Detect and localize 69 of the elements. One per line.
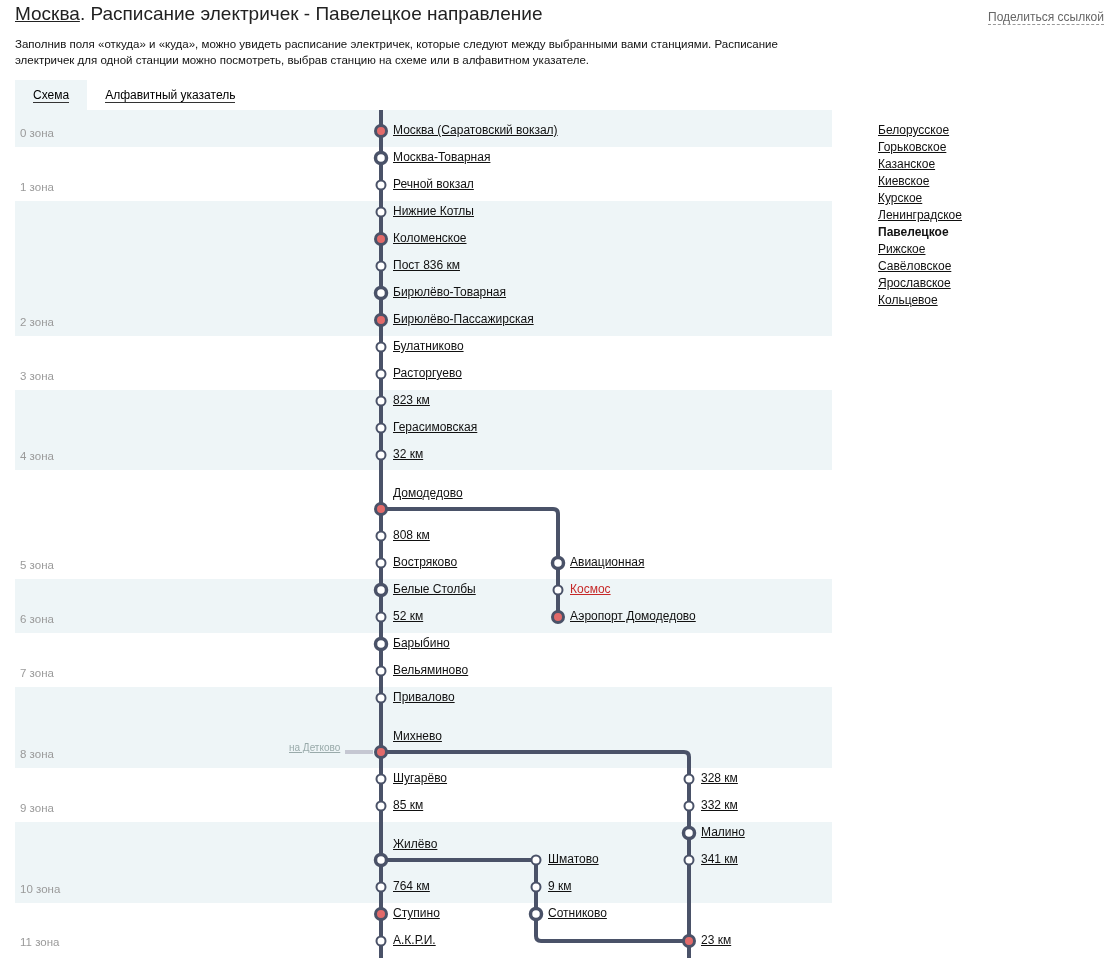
station-link[interactable]: Космос	[570, 582, 611, 596]
station-link[interactable]: Белые Столбы	[393, 582, 476, 596]
direction-link[interactable]: Казанское	[878, 156, 936, 173]
station-link[interactable]: Расторгуево	[393, 366, 462, 380]
station-link[interactable]: 332 км	[701, 798, 738, 812]
zone-label: 6 зона	[20, 613, 54, 625]
direction-link[interactable]: Киевское	[878, 173, 930, 190]
station-link[interactable]: Бирюлёво-Пассажирская	[393, 312, 534, 326]
station-link[interactable]: Речной вокзал	[393, 177, 474, 191]
station-link[interactable]: Герасимовская	[393, 420, 478, 434]
station-link[interactable]: Барыбино	[393, 636, 450, 650]
direction-link[interactable]: Кольцевое	[878, 292, 938, 309]
station-link[interactable]: Москва-Товарная	[393, 150, 491, 164]
station-link[interactable]: 341 км	[701, 852, 738, 866]
station-link[interactable]: Булатниково	[393, 339, 464, 353]
zone-label: 0 зона	[20, 127, 54, 139]
station-link[interactable]: А.К.Р.И.	[393, 933, 436, 947]
tab[interactable]: Схема	[15, 80, 88, 110]
share-link[interactable]: Поделиться ссылкой	[988, 10, 1104, 25]
station-link[interactable]: Авиационная	[570, 555, 645, 569]
tab[interactable]: Алфавитный указатель	[87, 80, 254, 110]
zone-label: 10 зона	[20, 883, 61, 895]
station-link[interactable]: 32 км	[393, 447, 424, 461]
direction-link[interactable]: Ярославское	[878, 275, 951, 292]
station-link[interactable]: Востряково	[393, 555, 458, 569]
direction-link[interactable]: Рижское	[878, 241, 926, 258]
direction-link[interactable]: Горьковское	[878, 139, 947, 156]
zone-label: 9 зона	[20, 802, 54, 814]
city-link[interactable]: Москва	[15, 3, 80, 24]
station-link[interactable]: 808 км	[393, 528, 430, 542]
direction-link[interactable]: Павелецкое	[878, 224, 949, 241]
page-title: Москва. Расписание электричек - Павелецкое направление	[15, 2, 543, 26]
station-link[interactable]: 85 км	[393, 798, 424, 812]
station-link[interactable]: 9 км	[548, 879, 572, 893]
direction-link[interactable]: Курское	[878, 190, 923, 207]
station-link[interactable]: Шугарёво	[393, 771, 448, 785]
station-link[interactable]: Сотниково	[548, 906, 607, 920]
station-link[interactable]: Москва (Саратовский вокзал)	[393, 123, 558, 137]
direction-link[interactable]: Ленинградское	[878, 207, 962, 224]
station-link[interactable]: Михнево	[393, 729, 442, 743]
zone-label: 8 зона	[20, 748, 54, 760]
station-link[interactable]: 764 км	[393, 879, 430, 893]
direction-link[interactable]: Савёловское	[878, 258, 952, 275]
zone-label: 1 зона	[20, 181, 54, 193]
station-link[interactable]: Малино	[701, 825, 745, 839]
zone-label: 11 зона	[20, 936, 60, 948]
station-link[interactable]: 823 км	[393, 393, 430, 407]
station-link[interactable]: Ступино	[393, 906, 440, 920]
station-link[interactable]: Коломенское	[393, 231, 467, 245]
station-link[interactable]: 23 км	[701, 933, 732, 947]
station-link[interactable]: Аэропорт Домодедово	[570, 609, 696, 623]
station-link[interactable]: Привалово	[393, 690, 455, 704]
station-link[interactable]: Домодедово	[393, 486, 463, 500]
station-link[interactable]: 52 км	[393, 609, 424, 623]
station-link[interactable]: Жилёво	[393, 837, 438, 851]
station-link[interactable]: Бирюлёво-Товарная	[393, 285, 507, 299]
station-link[interactable]: Вельяминово	[393, 663, 469, 677]
description-text: Заполнив поля «откуда» и «куда», можно увидеть расписание электричек, которые следуют между выбранными вами станциями. Расписание электричек для одной станции можно посмотреть, выбрав станцию на схеме или в алфавитном указателе.	[15, 37, 779, 68]
zone-label: 7 зона	[20, 667, 54, 679]
station-link[interactable]: Нижние Котлы	[393, 204, 474, 218]
station-link[interactable]: Пост 836 км	[393, 258, 460, 272]
station-link[interactable]: 328 км	[701, 771, 738, 785]
direction-link[interactable]: Белорусское	[878, 122, 950, 139]
zone-label: 3 зона	[20, 370, 54, 382]
side-track-line	[345, 750, 373, 754]
zone-label: 5 зона	[20, 559, 54, 571]
station-link[interactable]: Шматово	[548, 852, 599, 866]
zone-label: 2 зона	[20, 316, 54, 328]
zone-label: 4 зона	[20, 450, 54, 462]
